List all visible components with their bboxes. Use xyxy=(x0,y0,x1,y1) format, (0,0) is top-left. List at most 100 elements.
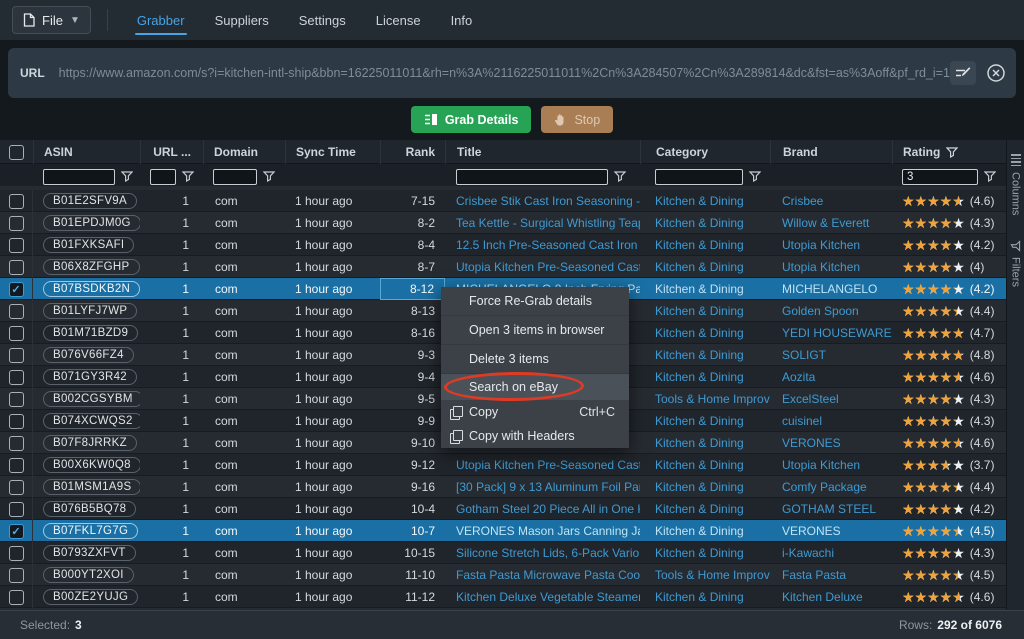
clear-url-icon[interactable] xyxy=(983,61,1009,85)
rank-cell[interactable]: 11-10 xyxy=(380,564,445,586)
category-link[interactable]: Tools & Home Improv... xyxy=(640,564,770,586)
category-link[interactable]: Kitchen & Dining xyxy=(640,520,770,542)
brand-link[interactable]: Golden Spoon xyxy=(770,300,892,322)
table-row[interactable]: B01EPDJM0G 1 com 1 hour ago 8-2 Tea Kett… xyxy=(0,212,1006,234)
column-header-rank[interactable]: Rank xyxy=(380,140,445,164)
rank-cell[interactable]: 9-10 xyxy=(380,432,445,454)
column-header-title[interactable]: Title xyxy=(445,140,640,164)
row-checkbox[interactable] xyxy=(9,546,24,561)
column-header-sync-time[interactable]: Sync Time xyxy=(285,140,380,164)
category-link[interactable]: Kitchen & Dining xyxy=(640,344,770,366)
url-input[interactable] xyxy=(59,66,950,80)
filter-funnel-icon[interactable] xyxy=(749,171,761,182)
category-link[interactable]: Kitchen & Dining xyxy=(640,476,770,498)
brand-link[interactable]: VERONES xyxy=(770,432,892,454)
title-link[interactable]: Gotham Steel 20 Piece All in One Kitc... xyxy=(445,498,640,520)
category-link[interactable]: Kitchen & Dining xyxy=(640,256,770,278)
category-link[interactable]: Kitchen & Dining xyxy=(640,322,770,344)
column-header-url[interactable]: URL ... xyxy=(140,140,203,164)
row-checkbox[interactable] xyxy=(9,392,24,407)
category-link[interactable]: Tools & Home Improv... xyxy=(640,388,770,410)
rank-cell[interactable]: 11-12 xyxy=(380,586,445,608)
title-link[interactable]: Utopia Kitchen Pre-Seasoned Cast Iro... xyxy=(445,454,640,476)
row-checkbox[interactable] xyxy=(9,348,24,363)
column-header-asin[interactable]: ASIN xyxy=(33,140,140,164)
row-checkbox[interactable]: ✓ xyxy=(9,282,24,297)
title-link[interactable]: Crisbee Stik Cast Iron Seasoning - Fa... xyxy=(445,190,640,212)
table-row[interactable]: B00ZE2YUJG 1 com 1 hour ago 11-12 Kitche… xyxy=(0,586,1006,608)
table-row[interactable]: B000YT2XOI 1 com 1 hour ago 11-10 Fasta … xyxy=(0,564,1006,586)
tab-suppliers[interactable]: Suppliers xyxy=(213,0,271,40)
brand-link[interactable]: Willow & Everett xyxy=(770,212,892,234)
row-checkbox[interactable]: ✓ xyxy=(9,524,24,539)
rank-cell[interactable]: 9-9 xyxy=(380,410,445,432)
tab-info[interactable]: Info xyxy=(449,0,475,40)
brand-link[interactable]: cuisinel xyxy=(770,410,892,432)
tab-license[interactable]: License xyxy=(374,0,423,40)
category-link[interactable]: Kitchen & Dining xyxy=(640,366,770,388)
rank-cell[interactable]: 8-12 xyxy=(380,278,445,300)
filter-funnel-icon[interactable] xyxy=(121,171,133,182)
menu-item-search-on-ebay[interactable]: Search on eBay xyxy=(441,374,629,400)
rank-cell[interactable]: 9-4 xyxy=(380,366,445,388)
row-checkbox[interactable] xyxy=(9,238,24,253)
row-checkbox[interactable] xyxy=(9,502,24,517)
row-checkbox[interactable] xyxy=(9,458,24,473)
rank-cell[interactable]: 10-15 xyxy=(380,542,445,564)
tab-settings[interactable]: Settings xyxy=(297,0,348,40)
category-link[interactable]: Kitchen & Dining xyxy=(640,190,770,212)
category-link[interactable]: Kitchen & Dining xyxy=(640,454,770,476)
row-checkbox[interactable] xyxy=(9,326,24,341)
filter-funnel-icon[interactable] xyxy=(614,171,626,182)
rank-cell[interactable]: 10-7 xyxy=(380,520,445,542)
rank-cell[interactable]: 8-7 xyxy=(380,256,445,278)
file-menu-button[interactable]: File ▼ xyxy=(12,6,91,34)
category-link[interactable]: Kitchen & Dining xyxy=(640,212,770,234)
title-filter-input[interactable] xyxy=(456,169,608,185)
column-header-domain[interactable]: Domain xyxy=(203,140,285,164)
rank-cell[interactable]: 8-13 xyxy=(380,300,445,322)
category-link[interactable]: Kitchen & Dining xyxy=(640,278,770,300)
row-checkbox[interactable] xyxy=(9,436,24,451)
rank-cell[interactable]: 10-4 xyxy=(380,498,445,520)
row-checkbox[interactable] xyxy=(9,194,24,209)
column-header-brand[interactable]: Brand xyxy=(770,140,892,164)
category-link[interactable]: Kitchen & Dining xyxy=(640,542,770,564)
brand-link[interactable]: Utopia Kitchen xyxy=(770,256,892,278)
menu-item-copy[interactable]: CopyCtrl+C xyxy=(441,400,629,424)
brand-link[interactable]: YEDI HOUSEWARE xyxy=(770,322,892,344)
category-link[interactable]: Kitchen & Dining xyxy=(640,498,770,520)
rating-filter-input[interactable] xyxy=(902,169,978,185)
row-checkbox[interactable] xyxy=(9,590,24,605)
menu-item-delete-3-items[interactable]: Delete 3 items xyxy=(441,345,629,374)
row-checkbox[interactable] xyxy=(9,304,24,319)
rank-cell[interactable]: 7-15 xyxy=(380,190,445,212)
category-link[interactable]: Kitchen & Dining xyxy=(640,432,770,454)
brand-link[interactable]: i-Kawachi xyxy=(770,542,892,564)
table-row[interactable]: B0793ZXFVT 1 com 1 hour ago 10-15 Silico… xyxy=(0,542,1006,564)
table-row[interactable]: ✓ B07FKL7G7G 1 com 1 hour ago 10-7 VERON… xyxy=(0,520,1006,542)
rank-cell[interactable]: 9-5 xyxy=(380,388,445,410)
title-link[interactable]: Kitchen Deluxe Vegetable Steamer Ba... xyxy=(445,586,640,608)
asin-filter-input[interactable] xyxy=(43,169,115,185)
category-link[interactable]: Kitchen & Dining xyxy=(640,300,770,322)
table-row[interactable]: B076B5BQ78 1 com 1 hour ago 10-4 Gotham … xyxy=(0,498,1006,520)
rank-cell[interactable]: 8-2 xyxy=(380,212,445,234)
title-link[interactable]: Fasta Pasta Microwave Pasta Cooker -... xyxy=(445,564,640,586)
brand-link[interactable]: Comfy Package xyxy=(770,476,892,498)
grab-details-button[interactable]: Grab Details xyxy=(411,106,532,133)
row-checkbox[interactable] xyxy=(9,414,24,429)
edit-url-icon[interactable] xyxy=(950,61,976,85)
category-link[interactable]: Kitchen & Dining xyxy=(640,234,770,256)
row-checkbox[interactable] xyxy=(9,260,24,275)
brand-link[interactable]: Aozita xyxy=(770,366,892,388)
table-row[interactable]: B00X6KW0Q8 1 com 1 hour ago 9-12 Utopia … xyxy=(0,454,1006,476)
columns-side-tab[interactable]: Columns xyxy=(1010,154,1022,215)
table-row[interactable]: B01MSM1A9S 1 com 1 hour ago 9-16 [30 Pac… xyxy=(0,476,1006,498)
category-link[interactable]: Kitchen & Dining xyxy=(640,586,770,608)
tab-grabber[interactable]: Grabber xyxy=(135,0,187,40)
rank-cell[interactable]: 8-4 xyxy=(380,234,445,256)
row-checkbox[interactable] xyxy=(9,370,24,385)
rank-cell[interactable]: 9-16 xyxy=(380,476,445,498)
stop-button[interactable]: Stop xyxy=(541,106,613,133)
